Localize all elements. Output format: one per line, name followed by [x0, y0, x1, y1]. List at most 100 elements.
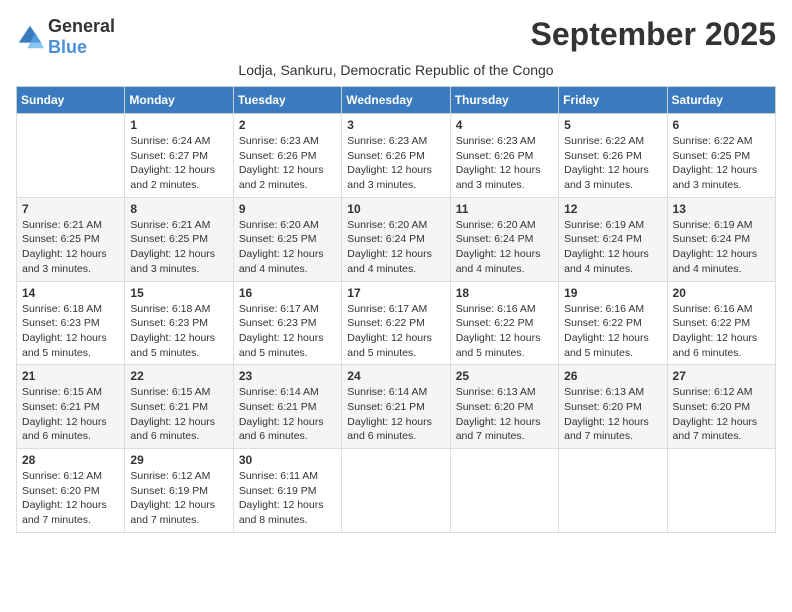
day-number: 18 [456, 286, 553, 300]
day-number: 28 [22, 453, 119, 467]
day-info: Sunrise: 6:12 AMSunset: 6:20 PMDaylight:… [22, 469, 119, 528]
logo-blue: Blue [48, 37, 87, 57]
day-info: Sunrise: 6:16 AMSunset: 6:22 PMDaylight:… [564, 302, 661, 361]
calendar-cell: 25 Sunrise: 6:13 AMSunset: 6:20 PMDayligh… [450, 365, 558, 449]
month-title: September 2025 [531, 16, 776, 53]
calendar-cell: 30Sunrise: 6:11 AMSunset: 6:19 PMDayligh… [233, 449, 341, 533]
day-info: Sunrise: 6:12 AMSunset: 6:20 PMDaylight:… [673, 385, 770, 444]
day-number: 29 [130, 453, 227, 467]
calendar-table: SundayMondayTuesdayWednesdayThursdayFrid… [16, 86, 776, 533]
calendar-cell: 26 Sunrise: 6:13 AMSunset: 6:20 PMDayligh… [559, 365, 667, 449]
day-number: 25 [456, 369, 553, 383]
day-number: 4 [456, 118, 553, 132]
header-saturday: Saturday [667, 87, 775, 114]
day-number: 17 [347, 286, 444, 300]
calendar-cell: 16Sunrise: 6:17 AMSunset: 6:23 PMDayligh… [233, 281, 341, 365]
day-number: 21 [22, 369, 119, 383]
day-info: Sunrise: 6:17 AMSunset: 6:22 PMDaylight:… [347, 302, 444, 361]
calendar-cell: 11Sunrise: 6:20 AMSunset: 6:24 PMDayligh… [450, 197, 558, 281]
calendar-cell: 22Sunrise: 6:15 AMSunset: 6:21 PMDayligh… [125, 365, 233, 449]
day-number: 30 [239, 453, 336, 467]
calendar-cell: 17 Sunrise: 6:17 AMSunset: 6:22 PMDayligh… [342, 281, 450, 365]
day-info: Sunrise: 6:24 AMSunset: 6:27 PMDaylight:… [130, 134, 227, 193]
calendar-cell: 15Sunrise: 6:18 AMSunset: 6:23 PMDayligh… [125, 281, 233, 365]
day-number: 5 [564, 118, 661, 132]
header-thursday: Thursday [450, 87, 558, 114]
day-info: Sunrise: 6:15 AMSunset: 6:21 PMDaylight:… [130, 385, 227, 444]
calendar-cell: 23 Sunrise: 6:14 AMSunset: 6:21 PMDayligh… [233, 365, 341, 449]
calendar-cell: 8 Sunrise: 6:21 AMSunset: 6:25 PMDaylight… [125, 197, 233, 281]
week-row-4: 28 Sunrise: 6:12 AMSunset: 6:20 PMDayligh… [17, 449, 776, 533]
calendar-cell: 3 Sunrise: 6:23 AMSunset: 6:26 PMDaylight… [342, 114, 450, 198]
header-wednesday: Wednesday [342, 87, 450, 114]
calendar-cell: 19Sunrise: 6:16 AMSunset: 6:22 PMDayligh… [559, 281, 667, 365]
title-section: September 2025 [531, 16, 776, 53]
header-friday: Friday [559, 87, 667, 114]
day-info: Sunrise: 6:15 AMSunset: 6:21 PMDaylight:… [22, 385, 119, 444]
calendar-cell: 5 Sunrise: 6:22 AMSunset: 6:26 PMDaylight… [559, 114, 667, 198]
day-info: Sunrise: 6:12 AMSunset: 6:19 PMDaylight:… [130, 469, 227, 528]
calendar-cell: 28 Sunrise: 6:12 AMSunset: 6:20 PMDayligh… [17, 449, 125, 533]
day-info: Sunrise: 6:14 AMSunset: 6:21 PMDaylight:… [239, 385, 336, 444]
day-info: Sunrise: 6:18 AMSunset: 6:23 PMDaylight:… [22, 302, 119, 361]
day-info: Sunrise: 6:21 AMSunset: 6:25 PMDaylight:… [130, 218, 227, 277]
day-number: 3 [347, 118, 444, 132]
calendar-body: 1 Sunrise: 6:24 AMSunset: 6:27 PMDaylight… [17, 114, 776, 533]
calendar-cell: 24 Sunrise: 6:14 AMSunset: 6:21 PMDayligh… [342, 365, 450, 449]
day-number: 24 [347, 369, 444, 383]
day-info: Sunrise: 6:13 AMSunset: 6:20 PMDaylight:… [564, 385, 661, 444]
page-header: General Blue September 2025 [16, 16, 776, 58]
day-number: 7 [22, 202, 119, 216]
calendar-cell: 21 Sunrise: 6:15 AMSunset: 6:21 PMDayligh… [17, 365, 125, 449]
calendar-header: SundayMondayTuesdayWednesdayThursdayFrid… [17, 87, 776, 114]
day-number: 26 [564, 369, 661, 383]
calendar-cell: 1 Sunrise: 6:24 AMSunset: 6:27 PMDaylight… [125, 114, 233, 198]
day-number: 27 [673, 369, 770, 383]
day-number: 14 [22, 286, 119, 300]
calendar-cell: 12 Sunrise: 6:19 AMSunset: 6:24 PMDayligh… [559, 197, 667, 281]
day-number: 8 [130, 202, 227, 216]
header-tuesday: Tuesday [233, 87, 341, 114]
week-row-1: 7 Sunrise: 6:21 AMSunset: 6:25 PMDaylight… [17, 197, 776, 281]
day-info: Sunrise: 6:17 AMSunset: 6:23 PMDaylight:… [239, 302, 336, 361]
logo: General Blue [16, 16, 115, 58]
day-number: 1 [130, 118, 227, 132]
calendar-cell [450, 449, 558, 533]
day-info: Sunrise: 6:23 AMSunset: 6:26 PMDaylight:… [456, 134, 553, 193]
calendar-cell: 9 Sunrise: 6:20 AMSunset: 6:25 PMDaylight… [233, 197, 341, 281]
header-sunday: Sunday [17, 87, 125, 114]
calendar-cell [342, 449, 450, 533]
day-info: Sunrise: 6:20 AMSunset: 6:24 PMDaylight:… [347, 218, 444, 277]
day-number: 2 [239, 118, 336, 132]
calendar-cell: 4 Sunrise: 6:23 AMSunset: 6:26 PMDaylight… [450, 114, 558, 198]
calendar-cell [667, 449, 775, 533]
calendar-cell: 29 Sunrise: 6:12 AMSunset: 6:19 PMDayligh… [125, 449, 233, 533]
header-monday: Monday [125, 87, 233, 114]
calendar-cell: 13 Sunrise: 6:19 AMSunset: 6:24 PMDayligh… [667, 197, 775, 281]
day-info: Sunrise: 6:18 AMSunset: 6:23 PMDaylight:… [130, 302, 227, 361]
day-info: Sunrise: 6:13 AMSunset: 6:20 PMDaylight:… [456, 385, 553, 444]
day-info: Sunrise: 6:20 AMSunset: 6:24 PMDaylight:… [456, 218, 553, 277]
day-info: Sunrise: 6:19 AMSunset: 6:24 PMDaylight:… [673, 218, 770, 277]
day-number: 13 [673, 202, 770, 216]
calendar-cell [17, 114, 125, 198]
day-info: Sunrise: 6:14 AMSunset: 6:21 PMDaylight:… [347, 385, 444, 444]
day-number: 12 [564, 202, 661, 216]
day-number: 9 [239, 202, 336, 216]
day-info: Sunrise: 6:22 AMSunset: 6:26 PMDaylight:… [564, 134, 661, 193]
day-number: 23 [239, 369, 336, 383]
day-info: Sunrise: 6:23 AMSunset: 6:26 PMDaylight:… [239, 134, 336, 193]
day-info: Sunrise: 6:20 AMSunset: 6:25 PMDaylight:… [239, 218, 336, 277]
day-info: Sunrise: 6:16 AMSunset: 6:22 PMDaylight:… [456, 302, 553, 361]
calendar-cell [559, 449, 667, 533]
calendar-cell: 2 Sunrise: 6:23 AMSunset: 6:26 PMDaylight… [233, 114, 341, 198]
day-number: 6 [673, 118, 770, 132]
week-row-0: 1 Sunrise: 6:24 AMSunset: 6:27 PMDaylight… [17, 114, 776, 198]
day-info: Sunrise: 6:19 AMSunset: 6:24 PMDaylight:… [564, 218, 661, 277]
calendar-cell: 10Sunrise: 6:20 AMSunset: 6:24 PMDayligh… [342, 197, 450, 281]
day-info: Sunrise: 6:21 AMSunset: 6:25 PMDaylight:… [22, 218, 119, 277]
calendar-cell: 7 Sunrise: 6:21 AMSunset: 6:25 PMDaylight… [17, 197, 125, 281]
day-info: Sunrise: 6:23 AMSunset: 6:26 PMDaylight:… [347, 134, 444, 193]
day-number: 20 [673, 286, 770, 300]
day-info: Sunrise: 6:22 AMSunset: 6:25 PMDaylight:… [673, 134, 770, 193]
